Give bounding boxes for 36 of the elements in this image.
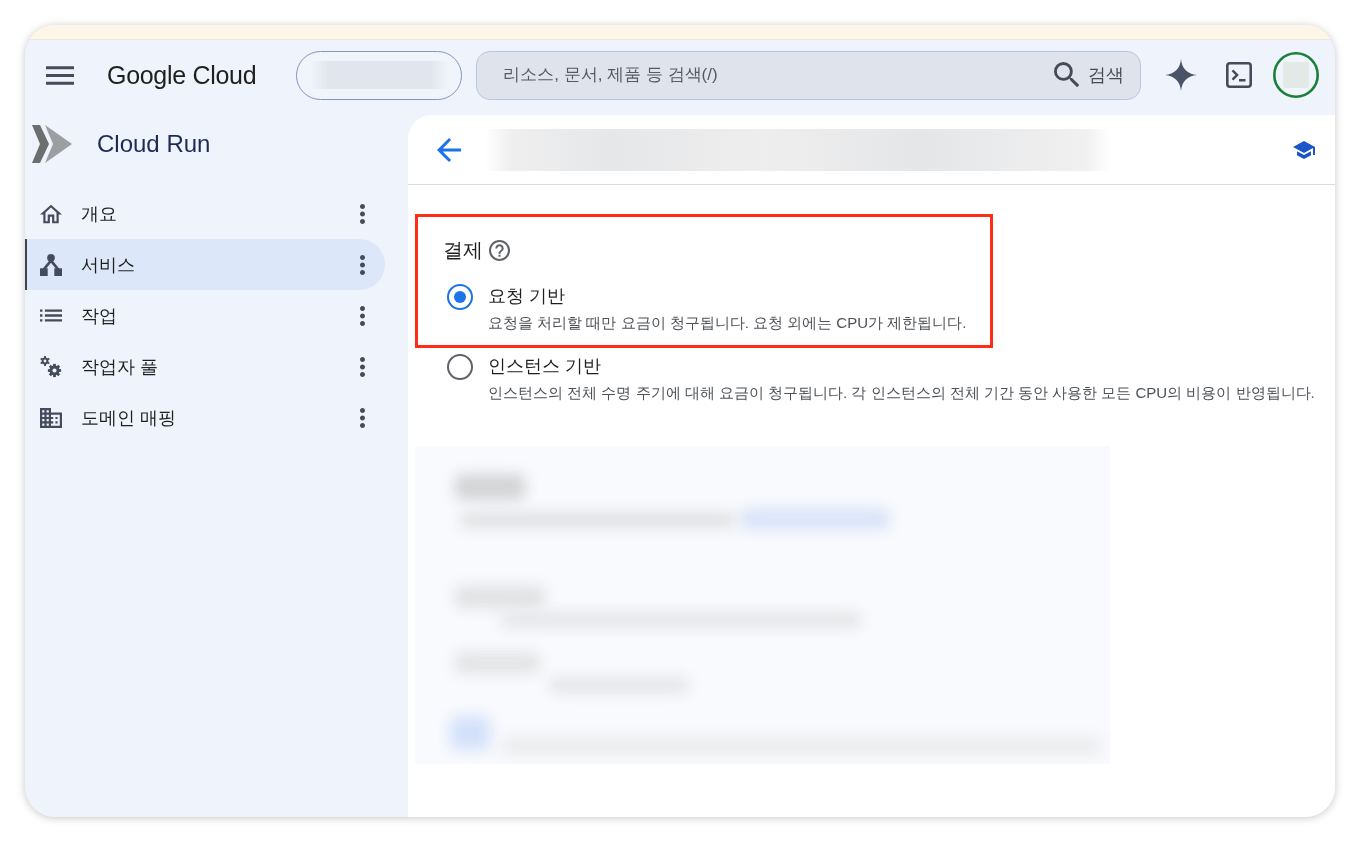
option-description: 요청을 처리할 때만 요금이 청구됩니다. 요청 외에는 CPU가 제한됩니다.: [488, 313, 967, 333]
sparkle-icon[interactable]: [1165, 59, 1198, 91]
chevron-logo-icon: [32, 123, 72, 165]
nav-item[interactable]: 개요: [25, 188, 385, 239]
nav-item[interactable]: 서비스: [25, 239, 385, 290]
home-icon: [40, 202, 62, 225]
nav-item[interactable]: 도메인 매핑: [25, 392, 385, 443]
more-vert-icon: [359, 407, 365, 428]
avatar-icon[interactable]: [1273, 52, 1320, 98]
menu-icon[interactable]: [46, 65, 74, 85]
project-picker[interactable]: [296, 50, 463, 100]
more-vert-icon: [359, 356, 365, 377]
building-icon: [40, 406, 62, 429]
product-title: Cloud Run: [97, 130, 211, 158]
more-vert-icon: [359, 254, 365, 275]
more-vert-icon: [359, 305, 365, 326]
graduation-cap-icon[interactable]: [1293, 140, 1315, 159]
gears-icon: [40, 355, 62, 378]
section-title: 결제: [443, 238, 483, 263]
product-logo-text[interactable]: Google Cloud: [107, 60, 257, 90]
search-icon: [1054, 62, 1081, 88]
nav-item[interactable]: 작업자 풀: [25, 341, 385, 392]
terminal-icon[interactable]: [1226, 62, 1253, 88]
radio-button[interactable]: [447, 354, 473, 380]
hierarchy-icon: [40, 253, 62, 276]
list-icon: [40, 309, 62, 322]
help-icon[interactable]: [489, 239, 510, 261]
option-description: 인스턴스의 전체 수명 주기에 대해 요금이 청구됩니다. 각 인스턴스의 전체 기간 동안 사용한 모든 CPU의 비용이 반영됩니다.: [488, 383, 1315, 403]
more-vert-icon: [359, 203, 365, 224]
nav-item[interactable]: 작업: [25, 290, 385, 341]
search-field[interactable]: 리소스, 문서, 제품 등 검색(/) 검색: [476, 50, 1142, 100]
option-label[interactable]: 인스턴스 기반: [488, 354, 601, 380]
back-arrow-icon[interactable]: [437, 137, 461, 162]
radio-button[interactable]: [447, 284, 473, 310]
search-button[interactable]: 검색: [1054, 62, 1125, 88]
option-label[interactable]: 요청 기반: [488, 284, 565, 310]
